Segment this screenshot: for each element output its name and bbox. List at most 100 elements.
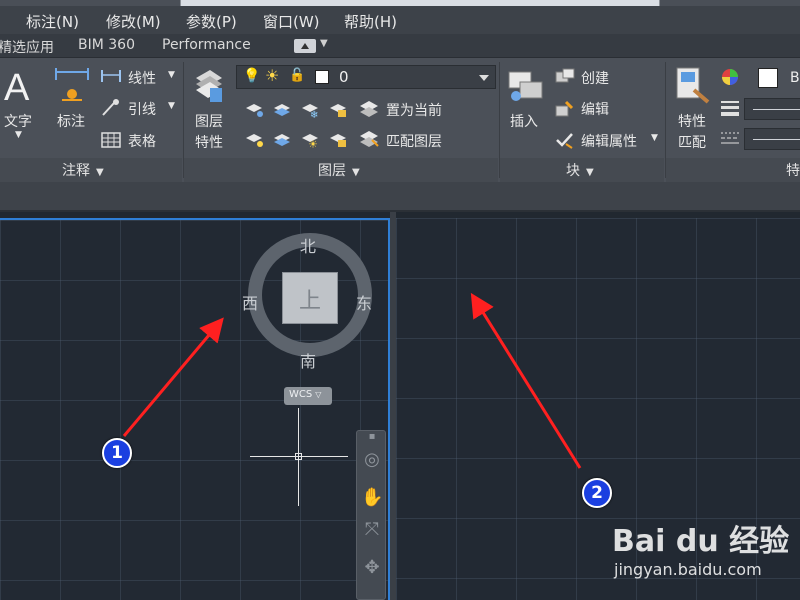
leader-icon [102,99,119,116]
wcs-label: WCS [289,389,313,400]
lineweight-icon[interactable] [720,98,740,118]
layers-panel-title-text: 图层 [318,163,346,179]
layer-unisolate-icon [274,134,290,146]
annotation-panel-title-text: 注释 [62,163,90,179]
compass-south[interactable]: 南 [300,348,316,372]
watermark-url: jingyan.baidu.com [614,560,762,579]
ribbon-minimize-button[interactable] [294,39,316,53]
watermark-logo: Bai du 经验 [612,524,790,559]
layer-lock-icon [330,104,346,117]
layer-off-icon [246,104,263,117]
layers-panel-title[interactable]: 图层 ▼ [318,160,360,180]
menu-parametric[interactable]: 参数(P) [186,11,237,32]
svg-text:☀: ☀ [308,138,318,150]
viewcube-top-face[interactable]: 上 [282,272,338,324]
menu-help[interactable]: 帮助(H) [344,11,397,32]
lightbulb-icon: 💡 [243,68,261,84]
block-panel-title-text: 块 [566,163,580,179]
block-panel-title[interactable]: 块 ▼ [566,160,594,180]
layer-thaw-icon: ☀ [302,134,318,150]
layer-freeze-icon: ❄ [302,104,318,120]
lineweight-dropdown[interactable] [744,98,800,120]
baidu-watermark: Bai du 经验 jingyan.baidu.com [612,516,792,596]
viewcube-face-label: 上 [298,289,321,314]
edit-attributes-dropdown-icon[interactable]: ▼ [651,133,658,143]
layer-color-swatch [315,70,329,84]
color-wheel-icon[interactable] [720,67,740,87]
layer-properties-label-2[interactable]: 特性 [195,132,223,152]
linetype-dropdown[interactable] [744,128,800,150]
layer-tools-row-2[interactable]: ☀ [242,128,352,150]
dimension-button-label[interactable]: 标注 [57,111,85,131]
current-layer-name: 0 [339,68,349,86]
panel-separator [665,62,666,178]
tab-performance[interactable]: Performance [162,37,251,53]
layer-properties-icon [196,70,222,102]
leader-button-label[interactable]: 引线 [128,99,156,119]
compass-east[interactable]: 东 [356,290,372,314]
orbit-icon[interactable]: ✥ [361,557,383,579]
table-icon [101,132,121,148]
compass-west[interactable]: 西 [242,290,258,314]
layer-dropdown-arrow-icon[interactable] [479,75,489,81]
layer-unlock-icon [330,134,346,147]
dimension-icon [55,68,89,101]
text-button-label[interactable]: 文字 [4,111,32,131]
set-current-icon [360,101,378,117]
match-layer-icon [360,131,379,147]
properties-panel-title[interactable]: 特 [786,160,800,180]
wcs-dropdown-icon: ▽ [315,390,322,399]
steering-wheel-icon[interactable]: ◎ [361,449,383,471]
edit-attributes-icon [556,133,573,149]
ribbon-minimize-dropdown-icon[interactable]: ▼ [320,38,328,49]
annotation-panel-expand-icon: ▼ [96,167,104,178]
ribbon: A 文字 ▼ 标注 线性 ▼ 引线 ▼ 表格 注释 ▼ 图层 特性 💡 ☀ 🔓 … [0,58,800,182]
linear-dimension-icon [101,70,121,82]
color-swatch[interactable] [758,68,778,88]
tab-featured-apps[interactable]: 精选应用 [0,37,54,57]
layer-dropdown[interactable]: 💡 ☀ 🔓 0 [236,65,496,89]
color-value[interactable]: By [790,70,800,86]
autocad-window: 标注(N) 修改(M) 参数(P) 窗口(W) 帮助(H) 精选应用 BIM 3… [0,0,800,600]
wcs-menu[interactable]: WCS ▽ [284,387,332,405]
linetype-icon[interactable] [720,128,740,148]
crosshair-pickbox [295,453,302,460]
layer-tools-row-1[interactable]: ❄ [242,98,352,120]
layer-on-icon [246,134,263,147]
edit-block-icon [555,100,574,117]
match-properties-label-1[interactable]: 特性 [678,111,706,131]
pan-hand-icon[interactable]: ✋ [361,487,383,509]
properties-panel-titlebar [666,158,800,182]
match-layer-label[interactable]: 匹配图层 [386,131,442,151]
insert-button-label[interactable]: 插入 [510,111,538,131]
compass-north[interactable]: 北 [300,233,316,257]
linear-dropdown-icon[interactable]: ▼ [168,70,175,80]
leader-dropdown-icon[interactable]: ▼ [168,101,175,111]
table-button-label[interactable]: 表格 [128,131,156,151]
navigation-bar: ▪ ◎ ✋ ⤧ ✥ [356,430,386,600]
linear-button-label[interactable]: 线性 [128,68,156,88]
menu-bar: 标注(N) 修改(M) 参数(P) 窗口(W) 帮助(H) [0,6,800,34]
menu-window[interactable]: 窗口(W) [263,11,320,32]
layers-panel-expand-icon: ▼ [352,167,360,178]
layer-properties-label-1[interactable]: 图层 [195,111,223,131]
panel-separator [183,62,184,178]
annotation-badge-2: 2 [582,478,612,508]
zoom-extents-icon[interactable]: ⤧ [361,519,383,541]
layer-isolate-icon [274,104,290,116]
create-button-label[interactable]: 创建 [581,68,609,88]
edit-attributes-label[interactable]: 编辑属性 [581,131,637,151]
menu-modify[interactable]: 修改(M) [106,11,161,32]
ribbon-gap [0,182,800,212]
create-block-icon [555,68,575,83]
match-properties-label-2[interactable]: 匹配 [678,132,706,152]
block-panel-expand-icon: ▼ [586,167,594,178]
match-properties-icon [676,67,710,104]
edit-button-label[interactable]: 编辑 [581,99,609,119]
set-current-label[interactable]: 置为当前 [386,100,442,120]
menu-dimension[interactable]: 标注(N) [26,11,79,32]
annotation-panel-title[interactable]: 注释 ▼ [62,160,104,180]
text-dropdown-icon[interactable]: ▼ [15,130,22,140]
insert-block-icon [508,71,543,101]
tab-bim360[interactable]: BIM 360 [78,37,135,53]
